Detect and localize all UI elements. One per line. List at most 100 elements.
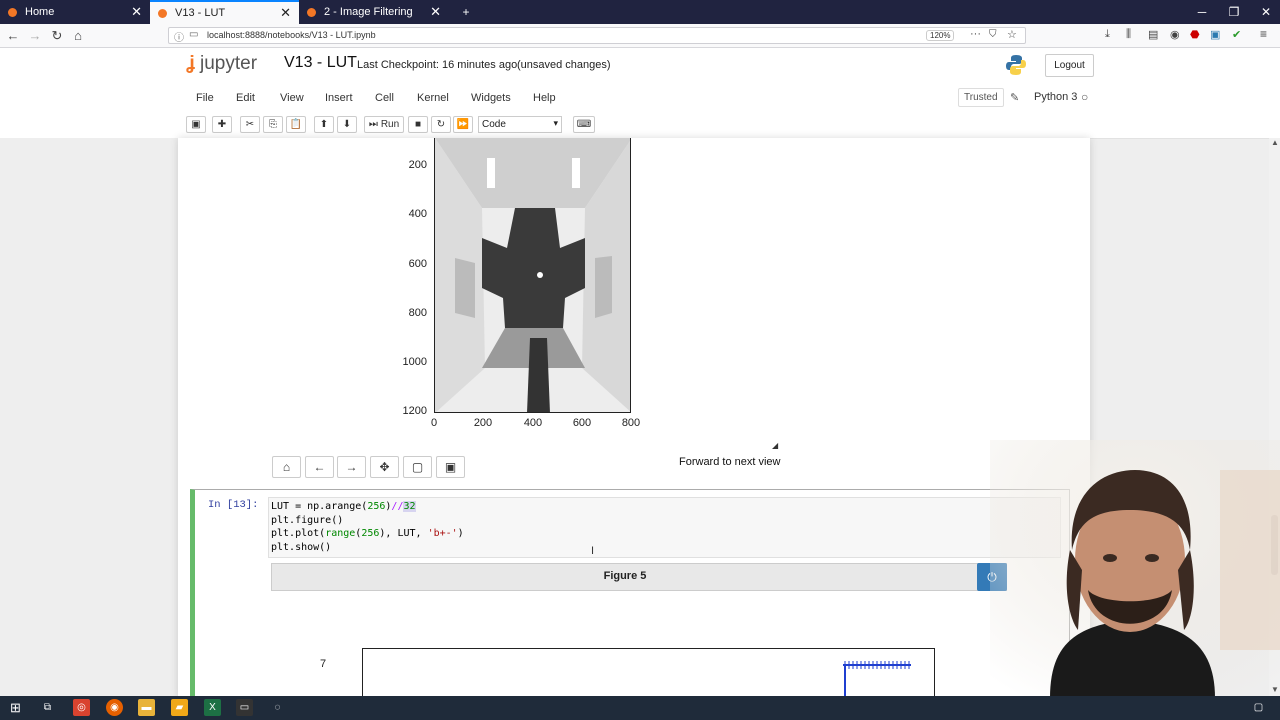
mpl-forward-button[interactable]: → — [337, 456, 366, 478]
x-tick-label: 400 — [523, 417, 543, 429]
address-bar[interactable]: ⓘ ▭ localhost:8888/notebooks/V13 - LUT.i… — [168, 27, 1026, 44]
tab-label: V13 - LUT — [175, 7, 226, 19]
browser-nav-bar: ← → ↻ ⌂ ⓘ ▭ localhost:8888/notebooks/V13… — [0, 24, 1280, 48]
y-tick-label: 600 — [408, 258, 427, 270]
app-icon[interactable]: ▰ — [171, 699, 188, 716]
terminal-icon[interactable]: ▭ — [236, 699, 253, 716]
info-icon[interactable]: ⓘ — [174, 29, 184, 44]
y-tick-label: 1200 — [402, 405, 427, 417]
move-up-button[interactable]: ⬆ — [314, 116, 334, 133]
step-forward-icon: ⏭ — [368, 119, 378, 130]
mpl-zoom-button[interactable]: ▢ — [403, 456, 432, 478]
mpl-save-button[interactable]: ▣ — [436, 456, 465, 478]
save-button[interactable]: ▣ — [186, 116, 206, 133]
extension-ublock-icon[interactable]: ⬣ — [1190, 28, 1200, 41]
menu-edit[interactable]: Edit — [236, 92, 255, 104]
account-icon[interactable]: ◉ — [1170, 28, 1180, 41]
new-tab-icon[interactable]: + — [450, 0, 482, 24]
jupyter-header: ʝ jupyter V13 - LUT Last Checkpoint: 16 … — [0, 48, 1280, 82]
logout-button[interactable]: Logout — [1045, 54, 1094, 77]
y-tick-label: 1000 — [402, 356, 427, 368]
close-tab-icon[interactable]: ✕ — [131, 4, 142, 20]
notification-icon[interactable]: ▢ — [1250, 699, 1267, 716]
arrow-right-icon: → — [345, 460, 358, 474]
reload-icon[interactable]: ↻ — [48, 27, 66, 44]
extension-check-icon[interactable]: ✔ — [1232, 28, 1241, 41]
command-palette-button[interactable]: ⌨ — [573, 116, 595, 133]
tab-label: Home — [25, 6, 55, 18]
restore-icon[interactable]: ❐ — [1218, 0, 1250, 24]
task-view-icon[interactable]: ⧉ — [39, 699, 56, 716]
restart-icon: ↻ — [436, 119, 446, 130]
resize-handle-icon[interactable]: ◢ — [772, 441, 778, 450]
jupyter-logo[interactable]: ʝ jupyter — [186, 53, 257, 75]
scroll-up-icon[interactable]: ▲ — [1271, 138, 1279, 147]
close-tab-icon[interactable]: ✕ — [280, 5, 291, 21]
kernel-name[interactable]: Python 3 — [1034, 91, 1077, 103]
code-editor[interactable]: LUT = np.arange(256)//32 plt.figure() pl… — [268, 497, 1061, 558]
insert-cell-button[interactable]: ✚ — [212, 116, 232, 133]
pocket-icon[interactable]: ⛉ — [989, 29, 997, 40]
arrow-down-icon: ⬇ — [342, 119, 352, 130]
forward-icon[interactable]: → — [26, 27, 44, 44]
start-windows-icon[interactable]: ⊞ — [7, 699, 24, 716]
menu-file[interactable]: File — [196, 92, 214, 104]
kernel-idle-icon: ○ — [1081, 90, 1089, 104]
restart-run-all-button[interactable]: ⏩ — [453, 116, 473, 133]
checkpoint-status: Last Checkpoint: 16 minutes ago — [357, 59, 518, 71]
menu-cell[interactable]: Cell — [375, 92, 394, 104]
tab-v13-lut[interactable]: V13 - LUT ✕ — [150, 0, 299, 24]
tab-home[interactable]: Home ✕ — [0, 0, 150, 24]
edit-pencil-icon[interactable]: ✎ — [1010, 91, 1019, 104]
lut-plot-axes[interactable] — [362, 648, 935, 699]
menu-widgets[interactable]: Widgets — [471, 92, 511, 104]
settings-app-icon[interactable]: ◌ — [269, 699, 286, 716]
notebook-title[interactable]: V13 - LUT — [284, 54, 357, 72]
paste-button[interactable]: 📋 — [286, 116, 306, 133]
run-button[interactable]: ⏭ Run — [364, 116, 404, 133]
restart-button[interactable]: ↻ — [431, 116, 451, 133]
mpl-back-button[interactable]: ← — [305, 456, 334, 478]
minimize-icon[interactable]: ─ — [1186, 0, 1218, 24]
page-actions-icon[interactable]: ··· — [970, 28, 981, 40]
mpl-pan-button[interactable]: ✥ — [370, 456, 399, 478]
windows-taskbar — [0, 696, 1280, 720]
trusted-indicator[interactable]: Trusted — [958, 88, 1004, 107]
jupyter-logo-icon: ʝ — [186, 53, 195, 74]
arrow-up-icon: ⬆ — [319, 119, 329, 130]
file-explorer-icon[interactable]: ▬ — [138, 699, 155, 716]
code-line-3: plt.plot(range(256), LUT, 'b+-') — [271, 528, 464, 539]
library-icon[interactable]: ⫼ — [1126, 28, 1131, 41]
x-tick-label: 600 — [572, 417, 592, 429]
lut-output-image[interactable] — [434, 138, 631, 413]
y-tick-label: 200 — [408, 159, 427, 171]
cut-button[interactable]: ✂ — [240, 116, 260, 133]
firefox-icon[interactable]: ◉ — [106, 699, 123, 716]
menu-help[interactable]: Help — [533, 92, 556, 104]
x-tick-label: 0 — [430, 417, 438, 429]
bookmark-star-icon[interactable]: ☆ — [1007, 28, 1017, 41]
cell-type-select[interactable]: Code ▾ — [478, 116, 562, 133]
y-tick-label: 400 — [408, 208, 427, 220]
menu-kernel[interactable]: Kernel — [417, 92, 449, 104]
back-icon[interactable]: ← — [4, 27, 22, 44]
close-window-icon[interactable]: ✕ — [1250, 0, 1280, 24]
app-icon[interactable]: ◎ — [73, 699, 90, 716]
url-text[interactable]: localhost:8888/notebooks/V13 - LUT.ipynb — [207, 30, 376, 40]
extension-icon[interactable]: ▣ — [1210, 28, 1220, 41]
mpl-home-button[interactable]: ⌂ — [272, 456, 301, 478]
move-down-button[interactable]: ⬇ — [337, 116, 357, 133]
home-icon[interactable]: ⌂ — [69, 27, 87, 44]
copy-button[interactable]: ⎘ — [263, 116, 283, 133]
downloads-icon[interactable]: ⤓ — [1105, 28, 1110, 41]
interrupt-button[interactable]: ■ — [408, 116, 428, 133]
sidebar-icon[interactable]: ▤ — [1148, 28, 1158, 41]
zoom-level[interactable]: 120% — [926, 30, 955, 41]
excel-icon[interactable]: X — [204, 699, 221, 716]
close-tab-icon[interactable]: ✕ — [430, 4, 441, 20]
y-tick-label: 800 — [408, 307, 427, 319]
menu-view[interactable]: View — [280, 92, 304, 104]
menu-insert[interactable]: Insert — [325, 92, 353, 104]
menu-icon[interactable]: ≡ — [1260, 27, 1267, 41]
tab-image-filtering[interactable]: 2 - Image Filtering ✕ — [299, 0, 449, 24]
